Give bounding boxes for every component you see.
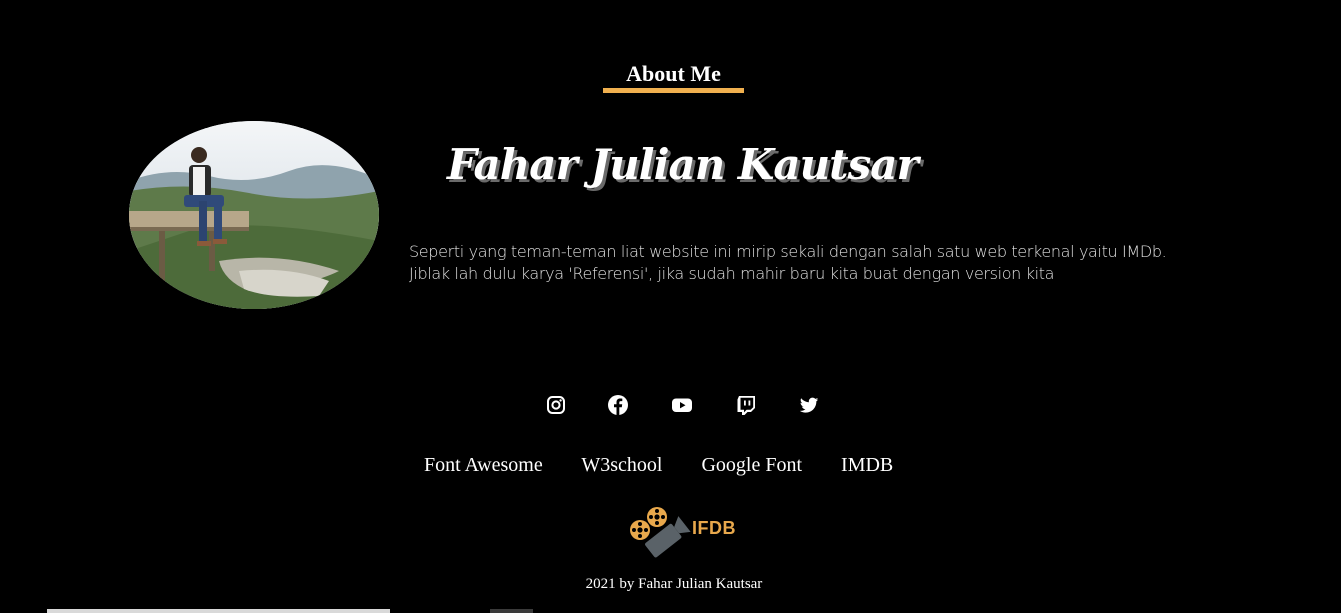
link-font-awesome[interactable]: Font Awesome xyxy=(424,454,543,476)
footer-links: Font Awesome W3school Google Font IMDB xyxy=(424,453,893,477)
avatar xyxy=(129,121,379,309)
title-underline xyxy=(603,88,744,93)
section-title: About Me xyxy=(626,61,721,86)
link-google-font[interactable]: Google Font xyxy=(701,454,802,476)
horizontal-scrollbar[interactable] xyxy=(47,609,390,613)
twitch-icon[interactable] xyxy=(735,394,757,416)
social-icons xyxy=(0,394,1341,416)
copyright: 2021 by Fahar Julian Kautsar xyxy=(585,576,763,592)
page: About Me Fahar Julian Kautsar Seperti ya… xyxy=(0,0,1341,613)
bio-line: Jiblak lah dulu karya 'Referensi', jika … xyxy=(409,264,1055,283)
youtube-icon[interactable] xyxy=(671,394,693,416)
twitter-icon[interactable] xyxy=(798,394,820,416)
link-w3school[interactable]: W3school xyxy=(581,454,662,476)
link-imdb[interactable]: IMDB xyxy=(841,454,893,476)
profile-name: Fahar Julian Kautsar xyxy=(447,140,919,189)
logo-text: IFDB xyxy=(692,518,736,538)
instagram-icon[interactable] xyxy=(545,394,567,416)
bio-line: Seperti yang teman-teman liat website in… xyxy=(409,242,1167,261)
avatar-photo xyxy=(129,121,379,309)
facebook-icon[interactable] xyxy=(607,394,629,416)
scrollbar-thumb[interactable] xyxy=(490,609,533,613)
bio-text: Seperti yang teman-teman liat website in… xyxy=(409,241,1239,285)
